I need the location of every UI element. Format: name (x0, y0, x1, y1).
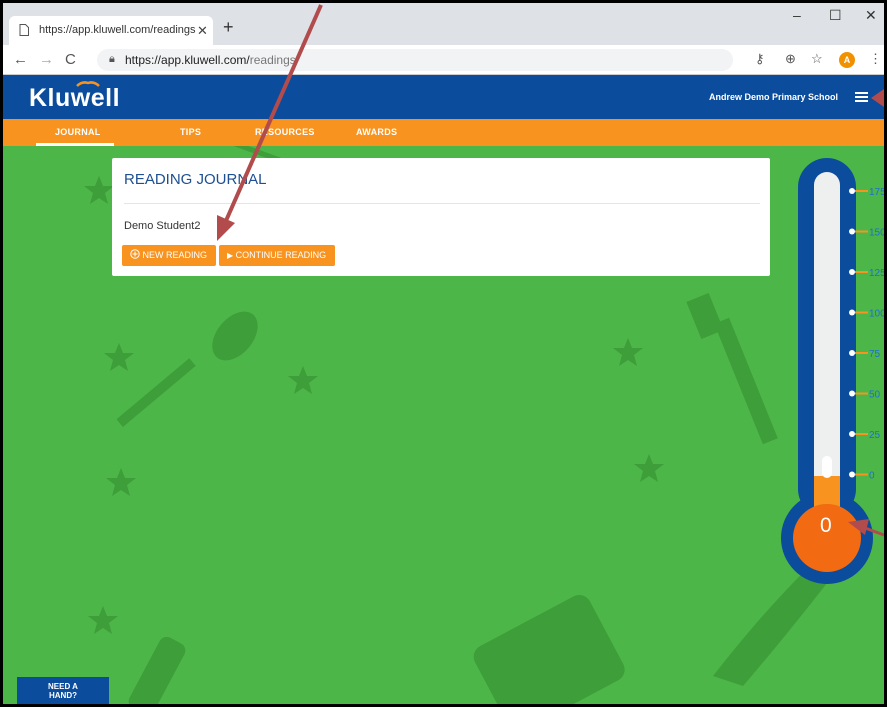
arrow-to-new-reading (217, 4, 323, 241)
arrow-to-thermometer-value (848, 519, 884, 537)
annotation-arrows (217, 4, 884, 537)
browser-window: https://app.kluwell.com/readings ✕ + – ☐… (0, 0, 887, 707)
arrow-to-menu (871, 89, 884, 107)
